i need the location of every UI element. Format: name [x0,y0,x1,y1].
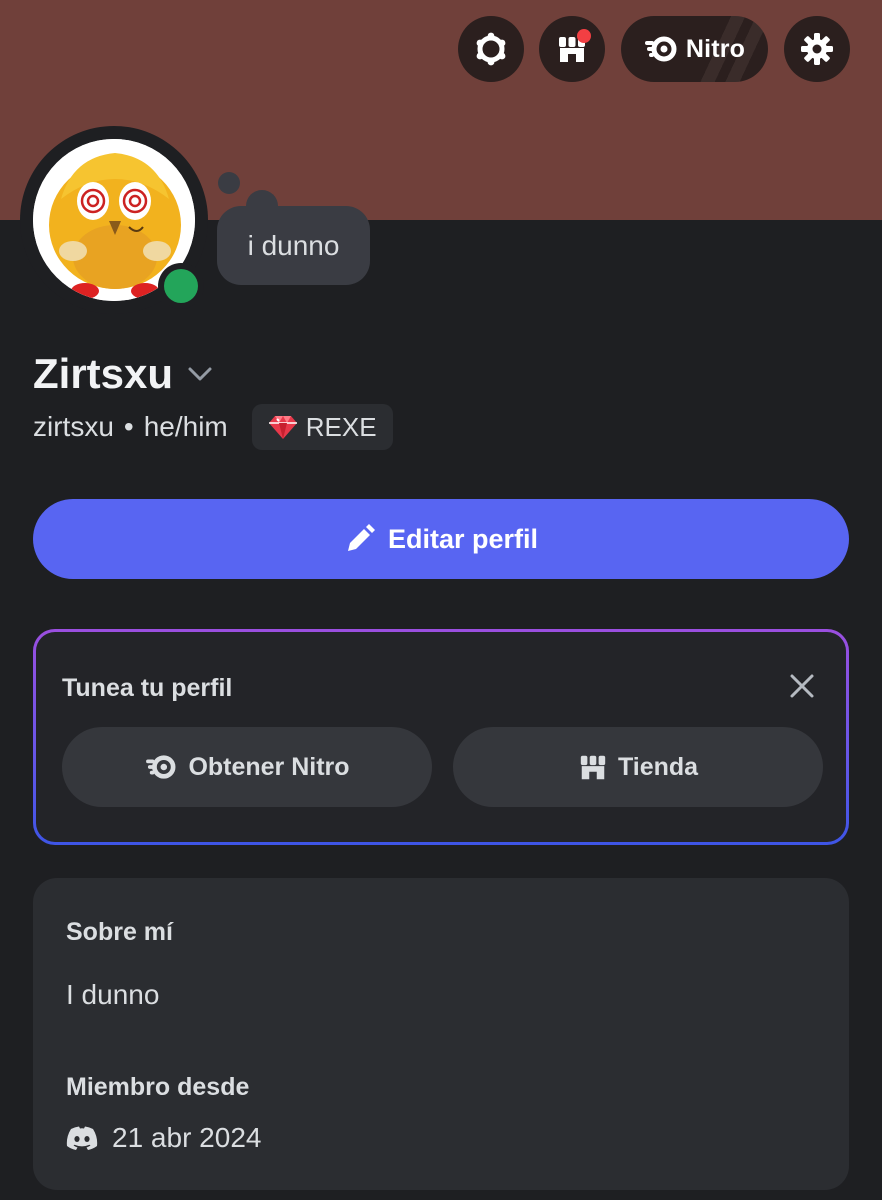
quests-icon [476,32,506,66]
tune-profile-title: Tunea tu perfil [62,674,233,702]
display-name: Zirtsxu [33,350,174,397]
shop-button[interactable] [539,16,605,82]
chevron-down-icon [188,367,212,381]
get-nitro-label: Obtener Nitro [188,752,350,781]
about-card: Sobre mí I dunno Miembro desde 21 abr 20… [33,878,849,1190]
custom-status-text: i dunno [247,229,340,261]
nitro-label: Nitro [685,34,746,63]
edit-profile-button[interactable]: Editar perfil [33,499,849,579]
nitro-button[interactable]: Nitro [621,16,768,82]
gear-icon [801,33,833,65]
online-status-dot [164,269,198,303]
about-heading: Sobre mí [66,918,173,946]
about-text: I dunno [66,979,160,1010]
profile-subline: zirtsxu • he/him REXE [33,404,393,450]
username: zirtsxu [33,411,114,442]
thought-dot-small [218,172,240,194]
shop-label: Tienda [617,752,699,781]
member-since-heading: Miembro desde [66,1073,250,1101]
tune-profile-card: Tunea tu perfil Obtener Nitro Tienda [33,629,849,845]
display-name-row[interactable]: Zirtsxu [33,350,213,398]
clan-tag-badge[interactable]: REXE [251,404,393,450]
pencil-icon [347,524,375,551]
discord-icon [66,1126,98,1150]
shop-tune-button[interactable]: Tienda [453,727,823,807]
quests-button[interactable] [458,16,524,82]
clan-tag-label: REXE [305,411,377,442]
notification-dot [577,29,591,43]
close-button[interactable] [784,668,820,704]
edit-profile-label: Editar perfil [387,523,539,554]
gem-icon [268,416,297,439]
settings-button[interactable] [784,16,850,82]
nitro-icon [146,755,176,779]
member-since-date: 21 abr 2024 [112,1122,262,1153]
custom-status-bubble[interactable]: i dunno [217,206,370,285]
nitro-icon [644,36,677,62]
pronouns: he/him [143,411,228,442]
close-icon [790,674,814,698]
get-nitro-button[interactable]: Obtener Nitro [62,727,432,807]
member-since-row: 21 abr 2024 [66,1122,261,1154]
separator-dot: • [123,411,134,442]
shop-icon [580,755,606,780]
